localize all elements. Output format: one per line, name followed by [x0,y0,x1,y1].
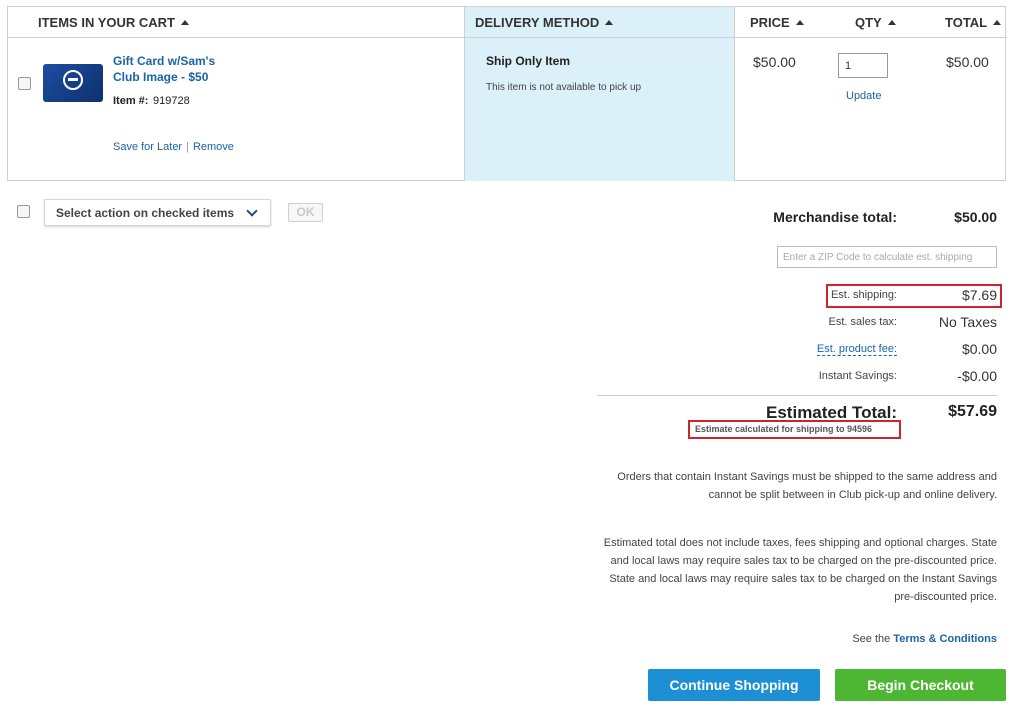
summary-divider [597,395,997,396]
header-total[interactable]: TOTAL [930,7,1007,38]
notice-line: Orders that contain Instant Savings must… [617,471,997,483]
ok-button[interactable]: OK [288,203,323,222]
estimate-note: Estimate calculated for shipping to 9459… [695,424,873,434]
continue-shopping-button[interactable]: Continue Shopping [648,669,820,701]
link-separator: | [186,141,189,153]
sort-up-icon [795,20,804,25]
cart-table: ITEMS IN YOUR CART DELIVERY METHOD PRICE… [7,6,1007,181]
item-number-value: 919728 [153,95,190,107]
sort-up-icon [181,20,189,25]
header-delivery-label: DELIVERY METHOD [475,15,600,30]
est-sales-tax-label: Est. sales tax: [828,316,897,328]
terms-prefix: See the [852,633,891,645]
ship-only-label: Ship Only Item [486,54,571,68]
remove-link[interactable]: Remove [193,141,234,153]
est-product-fee-value: $0.00 [961,341,997,357]
item-total: $50.00 [946,54,989,70]
est-shipping-label: Est. shipping: [830,289,897,301]
select-all-checkbox[interactable] [17,205,30,218]
sort-up-icon [993,20,1002,25]
terms-line: See the Terms & Conditions [852,633,997,645]
instant-savings-value: -$0.00 [957,368,997,384]
instant-savings-label: Instant Savings: [818,370,897,382]
save-for-later-link[interactable]: Save for Later [113,141,182,153]
delivery-cell: Ship Only Item This item is not availabl… [464,38,735,181]
notice-line: and local laws may require sales tax to … [610,555,997,567]
quantity-input[interactable] [838,53,888,78]
header-price[interactable]: PRICE [735,7,820,38]
item-checkbox[interactable] [18,77,31,90]
est-sales-tax-value: No Taxes [938,314,997,330]
notice-line: State and local laws may require sales t… [609,573,997,585]
zip-code-input[interactable] [777,246,997,268]
sams-club-logo-icon [63,70,83,90]
header-qty-label: QTY [855,15,882,30]
bulk-action-label: Select action on checked items [56,206,235,220]
estimated-total-value: $57.69 [948,403,997,420]
update-link[interactable]: Update [846,90,881,102]
est-product-fee-row: Est. product fee: [816,343,897,356]
notice-line: cannot be split between in Club pick-up … [708,489,997,501]
merchandise-total-label: Merchandise total: [773,209,897,225]
header-price-label: PRICE [750,15,790,30]
notice-line: pre-discounted price. [894,591,997,603]
sort-up-icon [605,20,614,25]
instant-savings-notice: Orders that contain Instant Savings must… [597,468,997,504]
est-shipping-value: $7.69 [961,287,997,303]
ship-only-note: This item is not available to pick up [486,82,642,93]
terms-conditions-link[interactable]: Terms & Conditions [893,633,997,645]
begin-checkout-button[interactable]: Begin Checkout [835,669,1006,701]
sort-up-icon [887,20,896,25]
est-product-fee-link[interactable]: Est. product fee: [816,343,897,356]
chevron-down-icon [246,205,258,217]
item-number-label: Item #: [113,95,149,107]
estimated-total-notice: Estimated total does not include taxes, … [597,534,997,606]
header-qty[interactable]: QTY [820,7,930,38]
item-name-link[interactable]: Gift Card w/Sam's Club Image - $50 [113,53,243,85]
gift-card-image[interactable] [43,64,103,102]
merchandise-total-value: $50.00 [954,209,997,225]
item-links: Save for Later | Remove [113,141,234,153]
item-price: $50.00 [753,54,796,70]
header-total-label: TOTAL [945,15,988,30]
header-items-label: ITEMS IN YOUR CART [38,15,175,30]
bulk-action-select[interactable]: Select action on checked items [44,199,271,226]
notice-line: Estimated total does not include taxes, … [603,537,997,549]
header-delivery[interactable]: DELIVERY METHOD [464,7,735,38]
header-items[interactable]: ITEMS IN YOUR CART [8,7,464,38]
